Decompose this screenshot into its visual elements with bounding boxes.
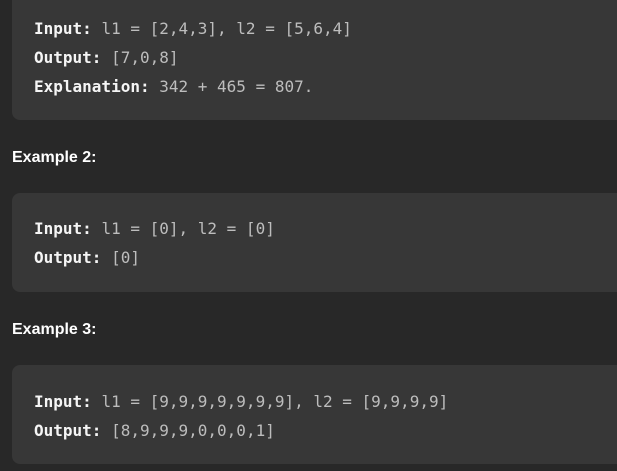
- input-label: Input:: [34, 392, 92, 411]
- input-value: l1 = [0], l2 = [0]: [101, 219, 275, 238]
- output-value: [0]: [111, 248, 140, 267]
- example-1-explanation-line: Explanation: 342 + 465 = 807.: [34, 72, 617, 101]
- example-1-input-line: Input: l1 = [2,4,3], l2 = [5,6,4]: [34, 14, 617, 43]
- output-label: Output:: [34, 421, 102, 440]
- explanation-label: Explanation:: [34, 77, 150, 96]
- example-1-block: Input: l1 = [2,4,3], l2 = [5,6,4] Output…: [12, 0, 617, 120]
- example-2-input-line: Input: l1 = [0], l2 = [0]: [34, 214, 617, 243]
- example-2-heading: Example 2:: [12, 149, 97, 166]
- example-3-input-line: Input: l1 = [9,9,9,9,9,9,9], l2 = [9,9,9…: [34, 387, 617, 416]
- output-value: [8,9,9,9,0,0,0,1]: [111, 421, 275, 440]
- example-2-block: Input: l1 = [0], l2 = [0] Output: [0]: [12, 193, 617, 292]
- output-value: [7,0,8]: [111, 48, 179, 67]
- input-value: l1 = [2,4,3], l2 = [5,6,4]: [101, 19, 352, 38]
- example-1-output-line: Output: [7,0,8]: [34, 43, 617, 72]
- output-label: Output:: [34, 248, 102, 267]
- example-3-heading: Example 3:: [12, 321, 97, 338]
- example-3-block: Input: l1 = [9,9,9,9,9,9,9], l2 = [9,9,9…: [12, 365, 617, 464]
- problem-description: Input: l1 = [2,4,3], l2 = [5,6,4] Output…: [0, 0, 617, 471]
- input-label: Input:: [34, 219, 92, 238]
- example-2-output-line: Output: [0]: [34, 243, 617, 272]
- input-label: Input:: [34, 19, 92, 38]
- output-label: Output:: [34, 48, 102, 67]
- explanation-value: 342 + 465 = 807.: [159, 77, 314, 96]
- input-value: l1 = [9,9,9,9,9,9,9], l2 = [9,9,9,9]: [101, 392, 449, 411]
- example-3-output-line: Output: [8,9,9,9,0,0,0,1]: [34, 416, 617, 445]
